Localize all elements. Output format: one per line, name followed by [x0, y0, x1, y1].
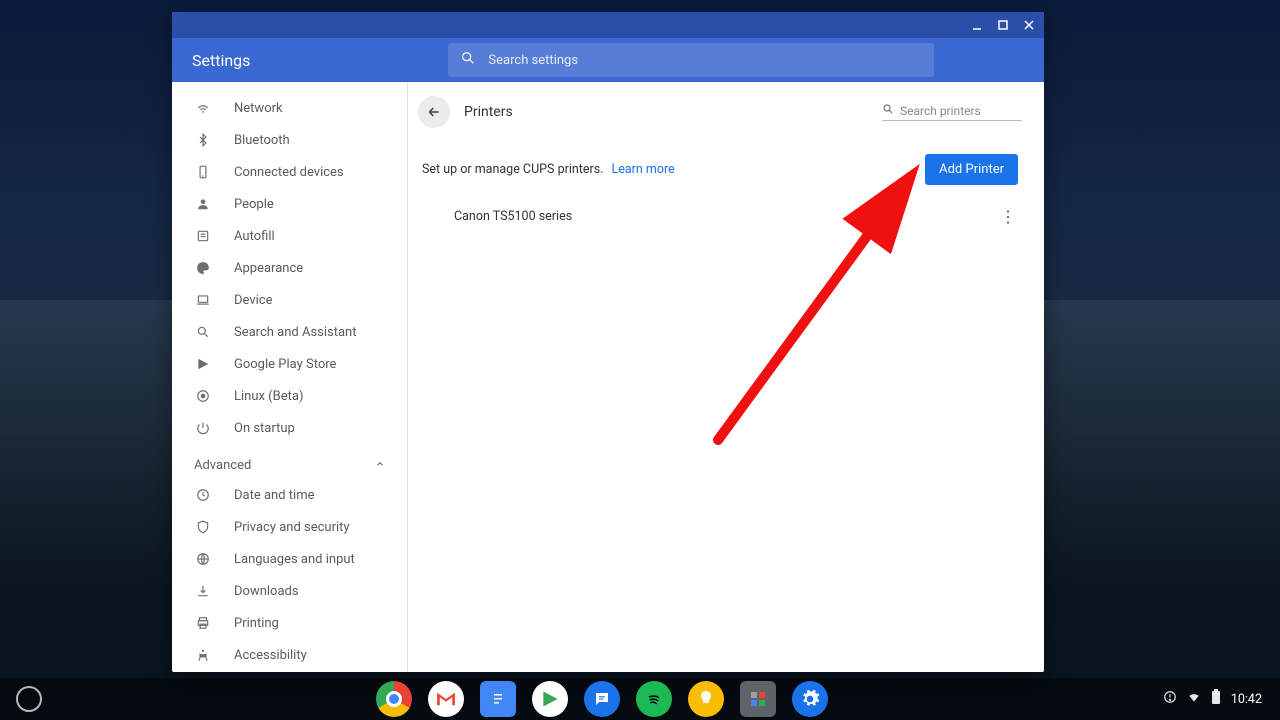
header: Settings [172, 38, 1044, 82]
gmail-icon[interactable] [428, 681, 464, 717]
sidebar-item-label: Search and Assistant [234, 325, 357, 340]
wifi-status-icon [1187, 690, 1201, 708]
search-icon [194, 323, 212, 341]
search-printers-input[interactable] [900, 104, 1022, 118]
power-icon [194, 419, 212, 437]
sidebar-item-label: Autofill [234, 229, 275, 244]
phone-icon [194, 163, 212, 181]
printer-name: Canon TS5100 series [454, 209, 572, 224]
sidebar-item-bluetooth[interactable]: Bluetooth [172, 124, 407, 156]
setup-row: Set up or manage CUPS printers. Learn mo… [408, 136, 1044, 193]
sidebar-item-label: Downloads [234, 584, 299, 599]
sidebar-item-label: People [234, 197, 274, 212]
body: Network Bluetooth Connected devices Peop… [172, 82, 1044, 672]
sidebar-item-accessibility[interactable]: Accessibility [172, 639, 407, 671]
clock-icon [194, 486, 212, 504]
play-icon [194, 355, 212, 373]
shield-icon [194, 518, 212, 536]
search-icon [460, 50, 476, 70]
sidebar-item-linux[interactable]: Linux (Beta) [172, 380, 407, 412]
wifi-icon [194, 99, 212, 117]
main-content: Printers Set up or manage CUPS printers.… [408, 82, 1044, 672]
search-printers-box[interactable] [882, 103, 1022, 121]
advanced-section-toggle[interactable]: Advanced [172, 444, 407, 479]
sidebar-item-privacy[interactable]: Privacy and security [172, 511, 407, 543]
search-settings-box[interactable] [448, 43, 934, 77]
sidebar-item-label: Appearance [234, 261, 303, 276]
globe-icon [194, 550, 212, 568]
sidebar-item-printing[interactable]: Printing [172, 607, 407, 639]
chrome-icon[interactable] [376, 681, 412, 717]
printer-icon [194, 614, 212, 632]
autofill-icon [194, 227, 212, 245]
titlebar [172, 12, 1044, 38]
sidebar-item-label: Date and time [234, 488, 315, 503]
download-icon [194, 582, 212, 600]
more-vert-icon[interactable]: ⋮ [998, 207, 1018, 226]
printer-list-item[interactable]: Canon TS5100 series ⋮ [408, 193, 1044, 240]
back-button[interactable] [418, 96, 450, 128]
page-title: Printers [464, 104, 513, 120]
sidebar-item-label: Bluetooth [234, 133, 290, 148]
battery-icon [1211, 689, 1221, 709]
sidebar-item-label: Printing [234, 616, 279, 631]
search-settings-input[interactable] [488, 53, 922, 68]
sidebar-item-label: Privacy and security [234, 520, 350, 535]
linux-icon [194, 387, 212, 405]
sidebar-item-appearance[interactable]: Appearance [172, 252, 407, 284]
sidebar-item-label: Network [234, 101, 283, 116]
launcher-button[interactable] [16, 686, 42, 712]
status-area[interactable]: 10:42 [1163, 689, 1280, 709]
learn-more-link[interactable]: Learn more [611, 162, 674, 177]
sidebar-item-downloads[interactable]: Downloads [172, 575, 407, 607]
page-header-row: Printers [408, 82, 1044, 136]
palette-icon [194, 259, 212, 277]
sidebar-item-startup[interactable]: On startup [172, 412, 407, 444]
sidebar-item-connected-devices[interactable]: Connected devices [172, 156, 407, 188]
sidebar-item-label: Accessibility [234, 648, 307, 663]
sidebar-item-label: Device [234, 293, 273, 308]
messages-icon[interactable] [584, 681, 620, 717]
sidebar-item-people[interactable]: People [172, 188, 407, 220]
sidebar-item-search-assistant[interactable]: Search and Assistant [172, 316, 407, 348]
sidebar-item-label: Connected devices [234, 165, 344, 180]
advanced-label: Advanced [194, 458, 251, 473]
docs-icon[interactable] [480, 681, 516, 717]
taskbar: 10:42 [0, 678, 1280, 720]
settings-icon[interactable] [792, 681, 828, 717]
search-icon [882, 103, 894, 118]
sidebar-item-label: Linux (Beta) [234, 389, 303, 404]
minimize-button[interactable] [968, 16, 986, 34]
setup-text: Set up or manage CUPS printers. [422, 162, 603, 177]
maximize-button[interactable] [994, 16, 1012, 34]
person-icon [194, 195, 212, 213]
sidebar-item-label: Languages and input [234, 552, 355, 567]
clock: 10:42 [1231, 692, 1262, 707]
close-button[interactable] [1020, 16, 1038, 34]
sidebar: Network Bluetooth Connected devices Peop… [172, 82, 408, 672]
sidebar-item-label: Google Play Store [234, 357, 336, 372]
spotify-icon[interactable] [636, 681, 672, 717]
keep-icon[interactable] [688, 681, 724, 717]
accessibility-icon [194, 646, 212, 664]
taskbar-apps [42, 681, 1163, 717]
sidebar-item-autofill[interactable]: Autofill [172, 220, 407, 252]
chevron-up-icon [375, 458, 385, 473]
sidebar-item-device[interactable]: Device [172, 284, 407, 316]
sidebar-item-network[interactable]: Network [172, 92, 407, 124]
add-printer-button[interactable]: Add Printer [925, 154, 1018, 185]
notification-icon [1163, 690, 1177, 708]
app-title: Settings [192, 51, 250, 70]
calculator-icon[interactable] [740, 681, 776, 717]
sidebar-item-languages[interactable]: Languages and input [172, 543, 407, 575]
bluetooth-icon [194, 131, 212, 149]
settings-window: Settings Network Bluetooth Connected dev [172, 12, 1044, 672]
play-store-icon[interactable] [532, 681, 568, 717]
sidebar-item-label: On startup [234, 421, 295, 436]
sidebar-item-datetime[interactable]: Date and time [172, 479, 407, 511]
laptop-icon [194, 291, 212, 309]
sidebar-item-google-play[interactable]: Google Play Store [172, 348, 407, 380]
